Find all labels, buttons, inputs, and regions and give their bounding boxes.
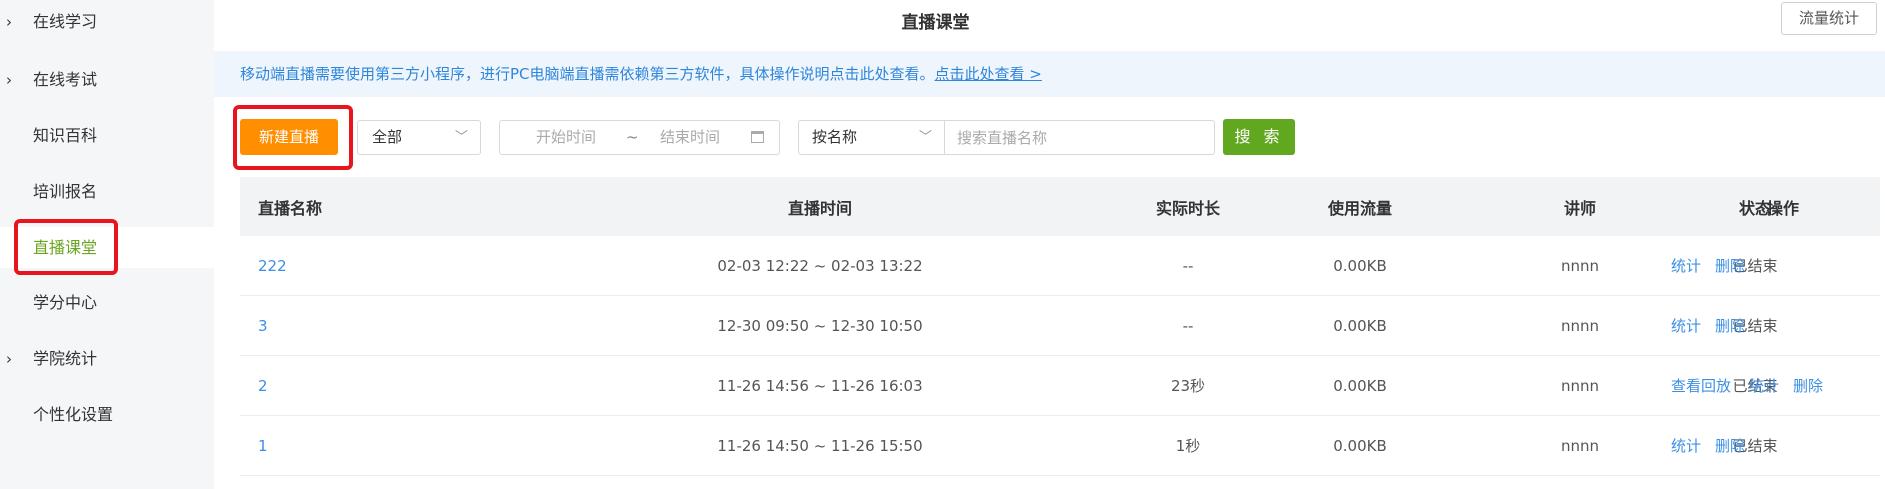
col-header-flow: 使用流量: [1327, 198, 1392, 218]
search-type-select[interactable]: 按名称 ﹀: [798, 120, 945, 155]
live-flow: 0.00KB: [1333, 316, 1387, 335]
search-input[interactable]: [944, 120, 1215, 155]
live-teacher: nnnn: [1560, 256, 1600, 275]
new-live-button[interactable]: 新建直播: [240, 119, 338, 155]
sidebar-item-live-classroom[interactable]: 直播课堂: [0, 227, 214, 268]
date-range-picker[interactable]: 开始时间 ~ 结束时间: [499, 120, 780, 155]
live-flow: 0.00KB: [1333, 436, 1387, 455]
delete-link[interactable]: 删除: [1715, 435, 1745, 456]
live-teacher: nnnn: [1560, 376, 1600, 395]
sidebar-item-label: 直播课堂: [33, 238, 98, 257]
flow-stats-button[interactable]: 流量统计: [1781, 2, 1877, 35]
sidebar-item-label: 学分中心: [33, 293, 98, 312]
live-teacher: nnnn: [1560, 316, 1600, 335]
stats-link[interactable]: 统计: [1671, 315, 1701, 336]
sidebar-item-online-learning[interactable]: › 在线学习: [0, 2, 214, 42]
chevron-right-icon: ›: [6, 13, 12, 31]
sidebar-item-personalization[interactable]: 个性化设置: [0, 395, 214, 435]
col-header-teacher: 讲师: [1563, 198, 1596, 218]
live-duration: 1秒: [1175, 437, 1201, 455]
sidebar: › 在线学习 › 在线考试 知识百科 培训报名 直播课堂 学分中心 › 学院统计…: [0, 0, 214, 489]
date-separator: ~: [626, 128, 639, 146]
notice-text-wrap: 移动端直播需要使用第三方小程序，进行PC电脑端直播需依赖第三方软件，具体操作说明…: [240, 51, 1042, 97]
delete-link[interactable]: 删除: [1715, 255, 1745, 276]
sidebar-item-label: 个性化设置: [33, 405, 114, 424]
live-duration: --: [1182, 316, 1194, 335]
live-flow: 0.00KB: [1333, 376, 1387, 395]
col-header-time: 直播时间: [787, 198, 852, 218]
table-row: 3 12-30 09:50 ~ 12-30 10:50 -- 0.00KB nn…: [240, 296, 1880, 356]
live-name-link[interactable]: 3: [258, 317, 268, 335]
live-duration: --: [1182, 256, 1194, 275]
date-start-placeholder: 开始时间: [536, 128, 597, 146]
header: 直播课堂: [214, 0, 1885, 51]
table-header: 直播名称 直播时间 实际时长 使用流量 讲师 状态 操作: [240, 177, 1880, 236]
live-time: 12-30 09:50 ~ 12-30 10:50: [717, 316, 923, 335]
delete-link[interactable]: 删除: [1715, 315, 1745, 336]
live-duration: 23秒: [1170, 377, 1206, 395]
sidebar-item-label: 知识百科: [33, 126, 98, 145]
table-row: 222 02-03 12:22 ~ 02-03 13:22 -- 0.00KB …: [240, 236, 1880, 296]
date-end-placeholder: 结束时间: [660, 128, 721, 146]
col-header-ops: 操作: [1766, 198, 1799, 218]
delete-link[interactable]: 删除: [1793, 375, 1823, 396]
live-teacher: nnnn: [1560, 436, 1600, 455]
row-actions: 统计 删除: [1671, 416, 1759, 475]
sidebar-item-knowledge[interactable]: 知识百科: [0, 116, 214, 156]
sidebar-item-label: 培训报名: [33, 182, 98, 201]
live-time: 11-26 14:50 ~ 11-26 15:50: [717, 436, 923, 455]
live-name-link[interactable]: 222: [258, 257, 287, 275]
chevron-right-icon: ›: [6, 350, 12, 368]
row-actions: 统计 删除: [1671, 296, 1759, 355]
sidebar-item-online-exam[interactable]: › 在线考试: [0, 60, 214, 100]
stats-link[interactable]: 统计: [1749, 375, 1779, 396]
sidebar-item-label: 在线学习: [33, 12, 98, 31]
row-actions: 查看回放 统计 删除: [1671, 356, 1837, 415]
view-replay-link[interactable]: 查看回放: [1671, 375, 1731, 396]
status-select-value: 全部: [372, 128, 403, 146]
sidebar-item-training-signup[interactable]: 培训报名: [0, 172, 214, 212]
stats-link[interactable]: 统计: [1671, 435, 1701, 456]
notice-link[interactable]: 点击此处查看 >: [935, 65, 1042, 83]
chevron-down-icon: ﹀: [454, 130, 468, 145]
search-button[interactable]: 搜 索: [1223, 119, 1295, 155]
page-title: 直播课堂: [901, 13, 970, 33]
chevron-right-icon: ›: [6, 71, 12, 89]
live-name-link[interactable]: 1: [258, 437, 268, 455]
sidebar-item-label: 在线考试: [33, 70, 98, 89]
live-flow: 0.00KB: [1333, 256, 1387, 275]
table-row: 2 11-26 14:56 ~ 11-26 16:03 23秒 0.00KB n…: [240, 356, 1880, 416]
table-row: 1 11-26 14:50 ~ 11-26 15:50 1秒 0.00KB nn…: [240, 416, 1880, 476]
chevron-down-icon: ﹀: [918, 130, 932, 145]
col-header-name: 直播名称: [258, 198, 323, 218]
notice-bar: 移动端直播需要使用第三方小程序，进行PC电脑端直播需依赖第三方软件，具体操作说明…: [214, 51, 1885, 97]
live-time: 02-03 12:22 ~ 02-03 13:22: [717, 256, 923, 275]
stats-link[interactable]: 统计: [1671, 255, 1701, 276]
search-type-value: 按名称: [812, 128, 858, 146]
col-header-duration: 实际时长: [1155, 198, 1220, 218]
live-time: 11-26 14:56 ~ 11-26 16:03: [717, 376, 923, 395]
row-actions: 统计 删除: [1671, 236, 1759, 295]
sidebar-item-credit-center[interactable]: 学分中心: [0, 283, 214, 323]
notice-text: 移动端直播需要使用第三方小程序，进行PC电脑端直播需依赖第三方软件，具体操作说明…: [240, 65, 935, 83]
live-name-link[interactable]: 2: [258, 377, 268, 395]
sidebar-item-label: 学院统计: [33, 349, 98, 368]
status-select[interactable]: 全部 ﹀: [357, 120, 481, 155]
sidebar-item-college-stats[interactable]: › 学院统计: [0, 339, 214, 379]
calendar-icon: [751, 131, 764, 143]
